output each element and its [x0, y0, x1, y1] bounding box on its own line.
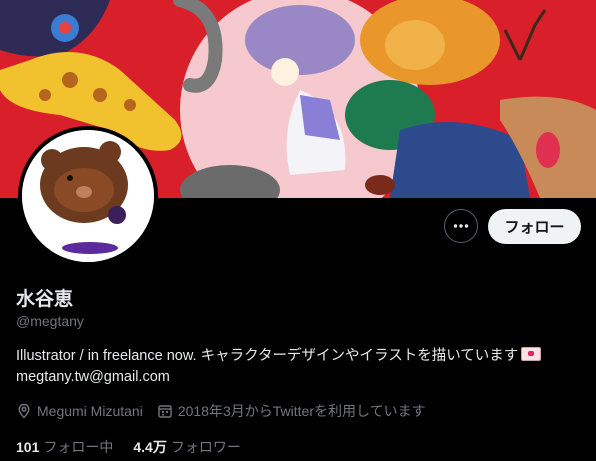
following-link[interactable]: 101 フォロー中: [16, 437, 113, 457]
avatar-image: [22, 130, 154, 262]
followers-count: 4.4万: [133, 439, 167, 455]
more-icon: [453, 224, 469, 228]
location-pin-icon: [18, 403, 30, 419]
profile-handle: @megtany: [16, 313, 84, 329]
followers-link[interactable]: 4.4万 フォロワー: [133, 437, 240, 457]
profile-avatar[interactable]: [18, 126, 158, 266]
profile-bio: Illustrator / in freelance now. キャラクターデザ…: [16, 346, 586, 388]
more-options-button[interactable]: [444, 209, 478, 243]
location-item: Megumi Mizutani: [16, 403, 143, 419]
bio-line-1: Illustrator / in freelance now. キャラクターデザ…: [16, 346, 586, 367]
following-count: 101: [16, 439, 40, 455]
joined-item: 2018年3月からTwitterを利用しています: [157, 401, 426, 421]
profile-name: 水谷恵: [16, 289, 74, 310]
profile-meta: Megumi Mizutani 2018年3月からTwitterを利用しています: [16, 401, 440, 421]
follow-button[interactable]: フォロー: [488, 209, 581, 244]
calendar-icon: [158, 405, 172, 418]
bio-email[interactable]: megtany.tw@gmail.com: [16, 367, 586, 388]
love-letter-icon: [521, 347, 542, 361]
bio-text: Illustrator / in freelance now. キャラクターデザ…: [16, 348, 519, 364]
followers-label: フォロワー: [170, 439, 241, 455]
joined-text: 2018年3月からTwitterを利用しています: [177, 403, 426, 419]
profile-stats: 101 フォロー中 4.4万 フォロワー: [16, 437, 261, 457]
bear-avatar-illustration: [22, 130, 154, 262]
location-text: Megumi Mizutani: [37, 403, 143, 419]
following-label: フォロー中: [43, 439, 114, 455]
